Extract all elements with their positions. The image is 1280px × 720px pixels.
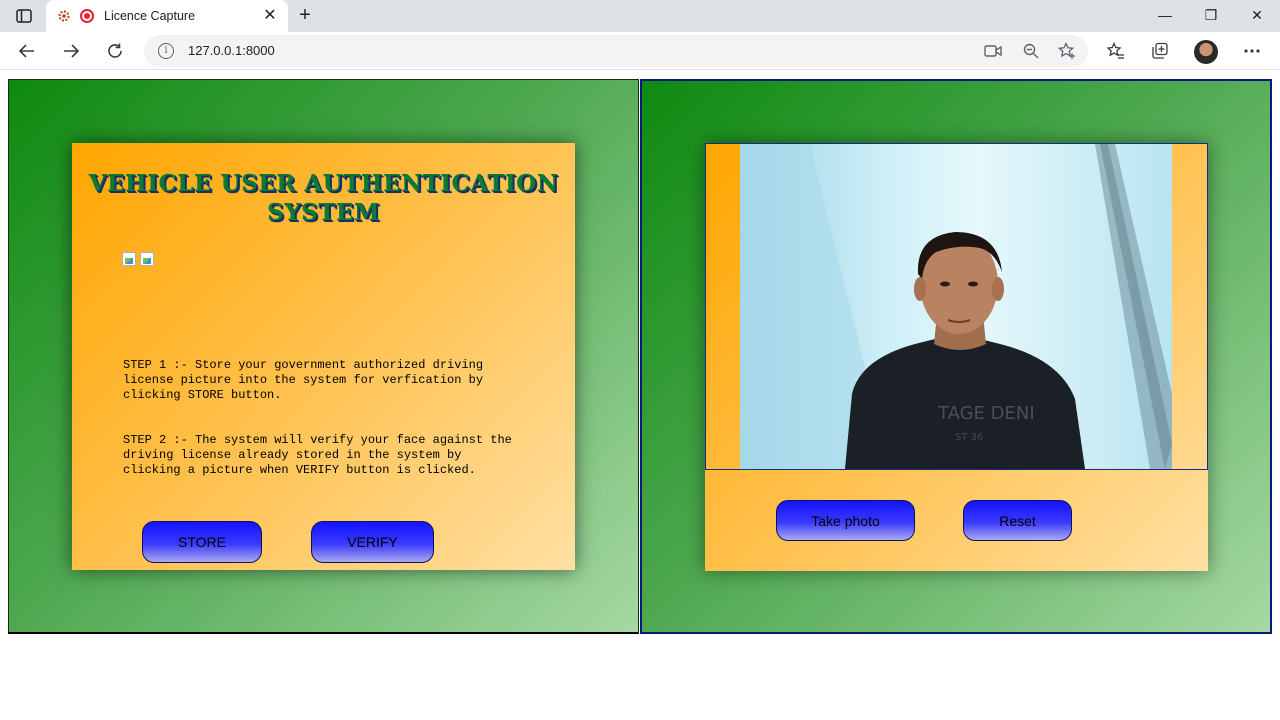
address-url[interactable]: 127.0.0.1:8000 <box>188 43 275 58</box>
avatar[interactable] <box>1194 40 1218 64</box>
address-bar[interactable]: i 127.0.0.1:8000 <box>144 35 1088 67</box>
reset-button[interactable]: Reset <box>963 500 1072 541</box>
tab-title: Licence Capture <box>104 9 196 23</box>
browser-toolbar: i 127.0.0.1:8000 <box>0 32 1280 70</box>
browser-tab-bar: Licence Capture ✕ + — ❐ ✕ <box>0 0 1280 32</box>
broken-image-icon <box>122 252 136 266</box>
restore-button[interactable]: ❐ <box>1188 0 1234 30</box>
instructions-card: VEHICLE USER AUTHENTICATION SYSTEM STEP … <box>72 143 575 570</box>
add-favorite-icon[interactable] <box>1058 42 1076 60</box>
zoom-out-icon[interactable] <box>1022 42 1040 60</box>
new-tab-button[interactable]: + <box>294 5 316 27</box>
tab-actions-icon[interactable] <box>10 6 38 26</box>
minimize-button[interactable]: — <box>1142 0 1188 30</box>
camera-frame <box>705 143 1208 470</box>
window-controls: — ❐ ✕ <box>1142 0 1280 30</box>
step-1-text: STEP 1 :- Store your government authoriz… <box>123 358 484 402</box>
forward-arrow-icon[interactable] <box>60 40 82 62</box>
settings-favicon-icon <box>56 8 72 24</box>
verify-button[interactable]: VERIFY <box>311 521 434 563</box>
tab-close-icon[interactable]: ✕ <box>262 8 278 24</box>
close-window-button[interactable]: ✕ <box>1234 0 1280 30</box>
browser-tab[interactable]: Licence Capture ✕ <box>46 0 288 32</box>
step-2-text: STEP 2 :- The system will verify your fa… <box>123 433 512 477</box>
store-button[interactable]: STORE <box>142 521 262 563</box>
back-arrow-icon[interactable] <box>16 40 38 62</box>
info-icon[interactable]: i <box>158 43 174 59</box>
recording-icon <box>80 9 94 23</box>
take-photo-button[interactable]: Take photo <box>776 500 915 541</box>
more-icon[interactable] <box>1241 40 1263 62</box>
favorites-icon[interactable] <box>1105 40 1127 62</box>
page-title: VEHICLE USER AUTHENTICATION SYSTEM <box>88 170 559 226</box>
collections-icon[interactable] <box>1149 40 1171 62</box>
broken-image-icon <box>140 252 154 266</box>
refresh-icon[interactable] <box>104 40 126 62</box>
camera-icon[interactable] <box>984 42 1002 60</box>
